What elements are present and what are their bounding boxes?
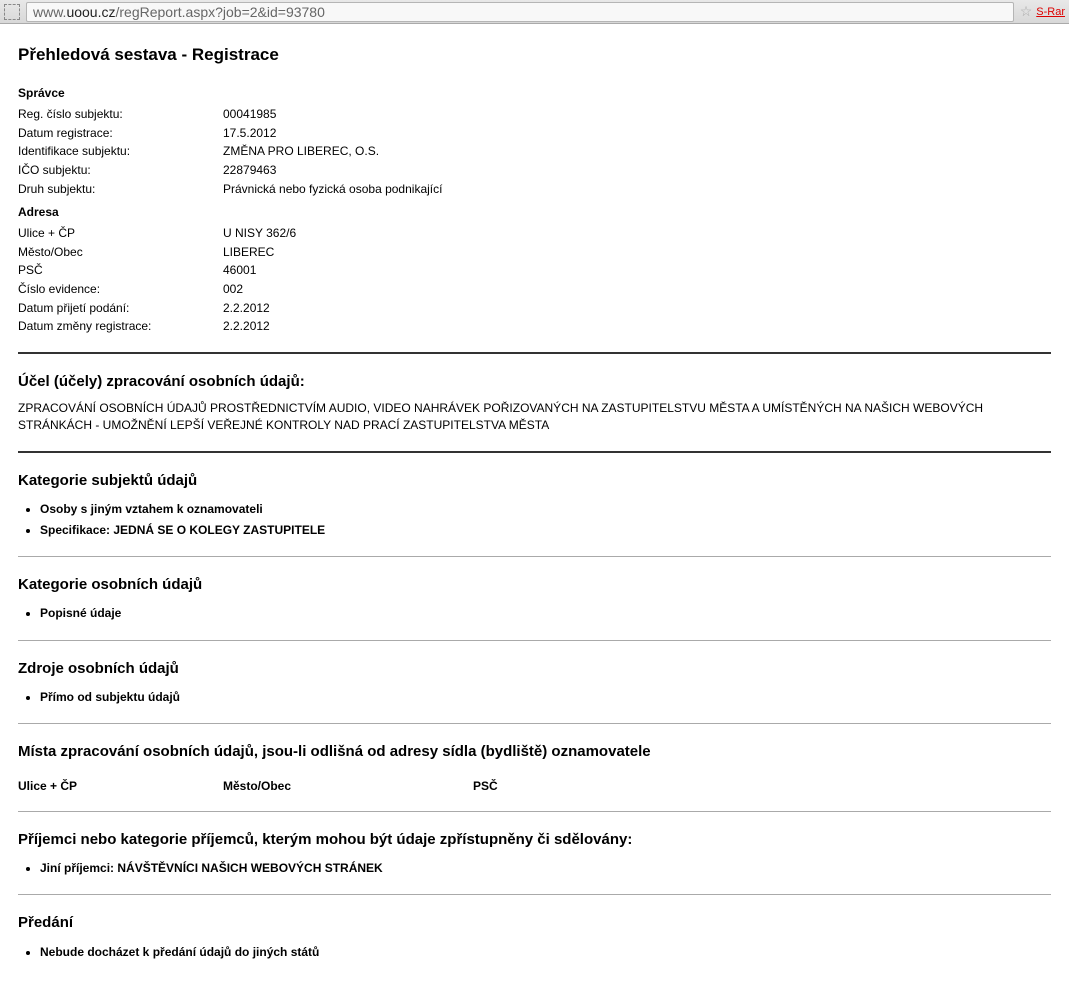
url-prefix: www. <box>33 4 66 20</box>
table-row: Číslo evidence:002 <box>18 280 1051 299</box>
prijemci-heading: Příjemci nebo kategorie příjemců, kterým… <box>18 830 1051 850</box>
field-label: Číslo evidence: <box>18 280 223 299</box>
section-divider <box>18 811 1051 812</box>
field-label: PSČ <box>18 261 223 280</box>
prijemci-list: Jiní příjemci: NÁVŠTĚVNÍCI NAŠICH WEBOVÝ… <box>24 858 1051 878</box>
section-divider <box>18 640 1051 641</box>
mista-heading: Místa zpracování osobních údajů, jsou-li… <box>18 742 1051 762</box>
field-value: 2.2.2012 <box>223 299 1051 318</box>
list-item: Jiní příjemci: NÁVŠTĚVNÍCI NAŠICH WEBOVÝ… <box>40 858 1051 878</box>
kat-osobnich-heading: Kategorie osobních údajů <box>18 575 1051 595</box>
col-ulice: Ulice + ČP <box>18 778 223 794</box>
field-value: 002 <box>223 280 1051 299</box>
kat-subjektu-list: Osoby s jiným vztahem k oznamovateli Spe… <box>24 499 1051 540</box>
spravce-heading: Správce <box>18 85 1051 101</box>
field-value: 00041985 <box>223 105 1051 124</box>
section-divider <box>18 352 1051 354</box>
table-row: Datum registrace:17.5.2012 <box>18 124 1051 143</box>
table-row: Město/ObecLIBEREC <box>18 243 1051 262</box>
kat-osobnich-list: Popisné údaje <box>24 603 1051 623</box>
field-label: IČO subjektu: <box>18 161 223 180</box>
favicon-placeholder-icon <box>4 4 20 20</box>
adresa-table: Ulice + ČPU NISY 362/6 Město/ObecLIBEREC… <box>18 224 1051 336</box>
table-row: PSČ46001 <box>18 261 1051 280</box>
field-value: 2.2.2012 <box>223 317 1051 336</box>
ucel-text: ZPRACOVÁNÍ OSOBNÍCH ÚDAJŮ PROSTŘEDNICTVÍ… <box>18 400 1051 435</box>
field-value: 22879463 <box>223 161 1051 180</box>
field-label: Datum registrace: <box>18 124 223 143</box>
browser-address-bar: www.uoou.cz/regReport.aspx?job=2&id=9378… <box>0 0 1069 24</box>
predani-heading: Předání <box>18 913 1051 933</box>
field-label: Reg. číslo subjektu: <box>18 105 223 124</box>
field-value: ZMĚNA PRO LIBEREC, O.S. <box>223 142 1051 161</box>
field-label: Ulice + ČP <box>18 224 223 243</box>
zdroje-list: Přímo od subjektu údajů <box>24 687 1051 707</box>
field-label: Datum přijetí podání: <box>18 299 223 318</box>
mista-columns: Ulice + ČP Město/Obec PSČ <box>18 778 1051 794</box>
section-divider <box>18 894 1051 895</box>
field-label: Město/Obec <box>18 243 223 262</box>
adresa-heading: Adresa <box>18 204 1051 220</box>
table-row: Reg. číslo subjektu:00041985 <box>18 105 1051 124</box>
col-mesto: Město/Obec <box>223 778 473 794</box>
field-value: Právnická nebo fyzická osoba podnikající <box>223 180 1051 199</box>
field-value: LIBEREC <box>223 243 1051 262</box>
predani-list: Nebude docházet k předání údajů do jinýc… <box>24 942 1051 962</box>
url-domain: uoou.cz <box>66 4 115 20</box>
url-input[interactable]: www.uoou.cz/regReport.aspx?job=2&id=9378… <box>26 2 1014 22</box>
section-divider <box>18 556 1051 557</box>
field-label: Druh subjektu: <box>18 180 223 199</box>
section-divider <box>18 723 1051 724</box>
field-value: U NISY 362/6 <box>223 224 1051 243</box>
kat-subjektu-heading: Kategorie subjektů údajů <box>18 471 1051 491</box>
spravce-table: Reg. číslo subjektu:00041985 Datum regis… <box>18 105 1051 198</box>
col-psc: PSČ <box>473 778 1051 794</box>
bookmark-star-icon[interactable]: ☆ <box>1020 3 1033 20</box>
srank-badge[interactable]: S-Rar <box>1036 6 1065 18</box>
list-item: Popisné údaje <box>40 603 1051 623</box>
list-item: Osoby s jiným vztahem k oznamovateli <box>40 499 1051 519</box>
section-divider <box>18 451 1051 453</box>
table-row: IČO subjektu:22879463 <box>18 161 1051 180</box>
table-row: Datum změny registrace:2.2.2012 <box>18 317 1051 336</box>
list-item: Specifikace: JEDNÁ SE O KOLEGY ZASTUPITE… <box>40 520 1051 540</box>
zdroje-heading: Zdroje osobních údajů <box>18 659 1051 679</box>
field-value: 46001 <box>223 261 1051 280</box>
list-item: Nebude docházet k předání údajů do jinýc… <box>40 942 1051 962</box>
field-label: Datum změny registrace: <box>18 317 223 336</box>
list-item: Přímo od subjektu údajů <box>40 687 1051 707</box>
ucel-heading: Účel (účely) zpracování osobních údajů: <box>18 372 1051 392</box>
table-row: Datum přijetí podání:2.2.2012 <box>18 299 1051 318</box>
field-label: Identifikace subjektu: <box>18 142 223 161</box>
table-row: Druh subjektu:Právnická nebo fyzická oso… <box>18 180 1051 199</box>
field-value: 17.5.2012 <box>223 124 1051 143</box>
table-row: Ulice + ČPU NISY 362/6 <box>18 224 1051 243</box>
table-row: Identifikace subjektu:ZMĚNA PRO LIBEREC,… <box>18 142 1051 161</box>
url-path: /regReport.aspx?job=2&id=93780 <box>116 4 325 20</box>
page-title: Přehledová sestava - Registrace <box>18 44 1051 67</box>
page-content: Přehledová sestava - Registrace Správce … <box>0 24 1069 992</box>
